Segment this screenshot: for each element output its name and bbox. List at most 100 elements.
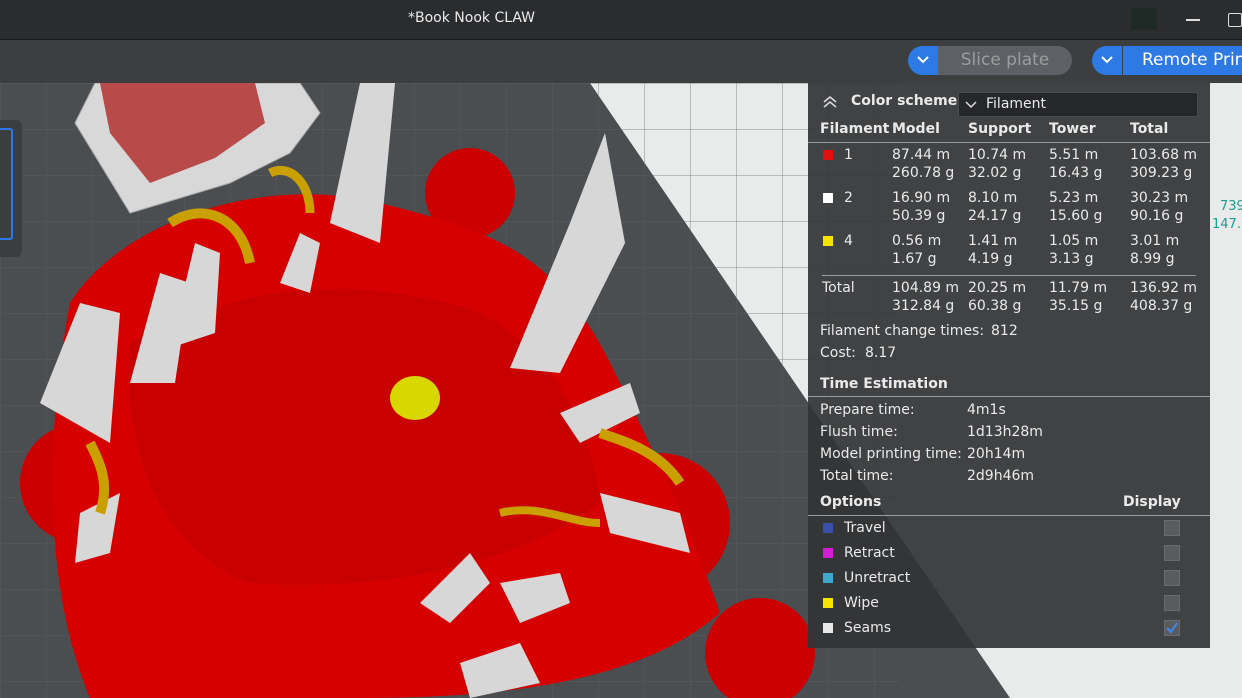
seams-checkbox[interactable] xyxy=(1164,620,1180,636)
minimize-icon[interactable] xyxy=(1186,19,1200,21)
model-weight: 260.78 g xyxy=(892,165,955,181)
cost-value: 8.17 xyxy=(865,345,897,361)
total-weight: 309.23 g xyxy=(1130,165,1193,181)
column-header-tower: Tower xyxy=(1049,121,1096,137)
color-scheme-label: Color scheme xyxy=(851,93,958,109)
tower-length: 11.79 m xyxy=(1049,280,1108,296)
time-estimation-heading: Time Estimation xyxy=(820,376,948,392)
total-time-label: Total time: xyxy=(820,468,894,484)
travel-checkbox[interactable] xyxy=(1164,520,1180,536)
option-unretract-label: Unretract xyxy=(844,570,911,586)
support-length: 1.41 m xyxy=(968,233,1018,249)
option-wipe-label: Wipe xyxy=(844,595,879,611)
filament-1-swatch xyxy=(823,150,833,160)
column-header-support: Support xyxy=(968,121,1032,137)
checkmark-icon xyxy=(1166,622,1178,634)
support-weight: 60.38 g xyxy=(968,298,1022,314)
unretract-swatch xyxy=(823,573,833,583)
travel-swatch xyxy=(823,523,833,533)
model-weight: 1.67 g xyxy=(892,251,937,267)
slice-dropdown-button[interactable] xyxy=(908,46,938,75)
window-title: *Book Nook CLAW xyxy=(408,10,536,26)
total-label: Total xyxy=(822,280,855,296)
selected-tool-frame[interactable] xyxy=(0,128,13,240)
model-printing-time-value: 20h14m xyxy=(967,446,1026,462)
tower-length: 5.51 m xyxy=(1049,147,1099,163)
wipe-swatch xyxy=(823,598,833,608)
tower-weight: 15.60 g xyxy=(1049,208,1103,224)
collapse-icon[interactable] xyxy=(822,95,838,109)
option-seams-label: Seams xyxy=(844,620,892,636)
retract-swatch xyxy=(823,548,833,558)
model-weight: 50.39 g xyxy=(892,208,946,224)
tower-length: 1.05 m xyxy=(1049,233,1099,249)
filament-id: 4 xyxy=(844,233,853,249)
ruler-x-readout: 739 xyxy=(1220,199,1242,214)
ruler-y-readout: 147. xyxy=(1212,217,1241,232)
support-length: 20.25 m xyxy=(968,280,1027,296)
wipe-checkbox[interactable] xyxy=(1164,595,1180,611)
tower-weight: 35.15 g xyxy=(1049,298,1103,314)
tower-weight: 3.13 g xyxy=(1049,251,1094,267)
title-bar-widget xyxy=(1131,8,1157,30)
unretract-checkbox[interactable] xyxy=(1164,570,1180,586)
option-retract-label: Retract xyxy=(844,545,895,561)
model-length: 16.90 m xyxy=(892,190,951,206)
title-bar: *Book Nook CLAW xyxy=(0,0,1242,40)
column-header-filament: Filament xyxy=(820,121,890,137)
time-divider xyxy=(808,396,1210,397)
prepare-time-label: Prepare time: xyxy=(820,402,915,418)
slice-plate-button[interactable]: Slice plate xyxy=(938,46,1072,75)
tower-weight: 16.43 g xyxy=(1049,165,1103,181)
filament-change-label: Filament change times: xyxy=(820,323,985,339)
remote-print-button[interactable]: Remote Print xyxy=(1123,46,1242,75)
total-weight: 408.37 g xyxy=(1130,298,1193,314)
flush-time-label: Flush time: xyxy=(820,424,898,440)
slice-statistics-panel: Color scheme Filament Filament Model Sup… xyxy=(808,83,1210,648)
total-weight: 90.16 g xyxy=(1130,208,1184,224)
total-weight: 8.99 g xyxy=(1130,251,1175,267)
column-header-total: Total xyxy=(1130,121,1169,137)
support-weight: 4.19 g xyxy=(968,251,1013,267)
model-length: 87.44 m xyxy=(892,147,951,163)
total-length: 136.92 m xyxy=(1130,280,1198,296)
color-scheme-select[interactable]: Filament xyxy=(958,92,1198,117)
cost-label: Cost: xyxy=(820,345,856,361)
model-length: 0.56 m xyxy=(892,233,942,249)
options-divider xyxy=(808,515,1210,516)
left-tool-panel[interactable] xyxy=(0,120,22,257)
header-divider xyxy=(808,142,1210,143)
options-heading: Options xyxy=(820,494,882,510)
retract-checkbox[interactable] xyxy=(1164,545,1180,561)
seams-swatch xyxy=(823,623,833,633)
print-dropdown-button[interactable] xyxy=(1092,46,1122,75)
flush-time-value: 1d13h28m xyxy=(967,424,1043,440)
column-header-model: Model xyxy=(892,121,940,137)
color-scheme-value: Filament xyxy=(986,96,1047,112)
chevron-down-icon xyxy=(917,56,929,64)
option-travel-label: Travel xyxy=(844,520,886,536)
prepare-time-value: 4m1s xyxy=(967,402,1006,418)
total-divider xyxy=(822,275,1196,276)
maximize-icon[interactable] xyxy=(1228,13,1242,27)
chevron-down-icon xyxy=(1101,56,1113,64)
total-time-value: 2d9h46m xyxy=(967,468,1035,484)
support-length: 10.74 m xyxy=(968,147,1027,163)
display-heading: Display xyxy=(1123,494,1181,510)
chevron-down-icon xyxy=(965,101,977,109)
filament-id: 1 xyxy=(844,147,853,163)
filament-change-value: 812 xyxy=(991,323,1018,339)
model-weight: 312.84 g xyxy=(892,298,955,314)
total-length: 3.01 m xyxy=(1130,233,1180,249)
filament-4-swatch xyxy=(823,236,833,246)
filament-2-swatch xyxy=(823,193,833,203)
tower-length: 5.23 m xyxy=(1049,190,1099,206)
model-length: 104.89 m xyxy=(892,280,960,296)
total-length: 103.68 m xyxy=(1130,147,1198,163)
model-printing-time-label: Model printing time: xyxy=(820,446,962,462)
support-weight: 24.17 g xyxy=(968,208,1022,224)
total-length: 30.23 m xyxy=(1130,190,1189,206)
support-weight: 32.02 g xyxy=(968,165,1022,181)
support-length: 8.10 m xyxy=(968,190,1018,206)
filament-id: 2 xyxy=(844,190,853,206)
